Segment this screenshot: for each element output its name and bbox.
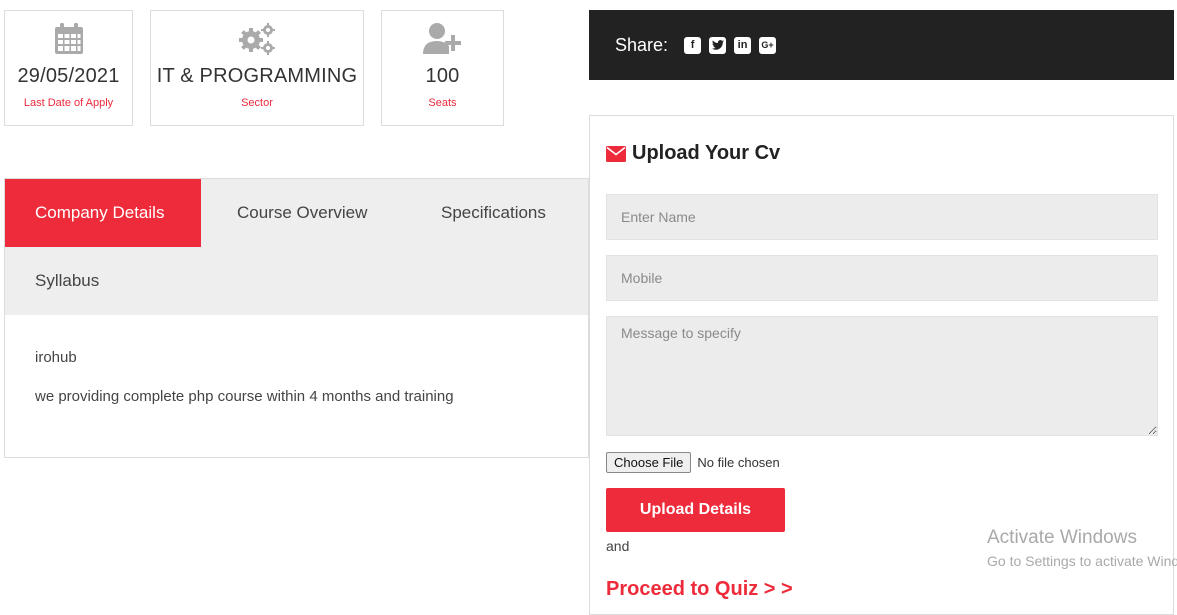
google-plus-icon[interactable]: G+ [759, 36, 777, 54]
details-tabs-panel: Company Details Course Overview Specific… [4, 178, 589, 458]
last-date-value: 29/05/2021 [17, 65, 120, 87]
proceed-to-quiz-link[interactable]: Proceed to Quiz > > [606, 578, 793, 601]
watermark-subtitle: Go to Settings to activate Windows. [987, 553, 1177, 569]
seats-card: 100 Seats [381, 10, 504, 126]
upload-title-text: Upload Your Cv [632, 142, 781, 164]
gears-icon [151, 21, 363, 57]
twitter-icon[interactable] [709, 36, 727, 54]
user-plus-icon [382, 21, 503, 57]
tab-content: irohub we providing complete php course … [35, 349, 454, 427]
sector-value: IT & PROGRAMMING [156, 65, 358, 87]
and-text: and [606, 538, 630, 554]
linkedin-icon[interactable]: in [734, 36, 752, 54]
mobile-input[interactable] [606, 255, 1158, 301]
upload-details-button[interactable]: Upload Details [606, 488, 785, 532]
facebook-icon[interactable]: f [684, 36, 702, 54]
tab-course-overview[interactable]: Course Overview [207, 179, 397, 247]
share-label: Share: [615, 34, 669, 55]
activate-windows-watermark: Activate Windows Go to Settings to activ… [987, 527, 1177, 569]
message-textarea[interactable] [606, 316, 1158, 436]
tab-syllabus[interactable]: Syllabus [5, 247, 129, 315]
seats-label: Seats [428, 97, 457, 109]
watermark-title: Activate Windows [987, 527, 1137, 548]
seats-value: 100 [425, 65, 460, 87]
tab-specifications[interactable]: Specifications [411, 179, 576, 247]
name-input[interactable] [606, 194, 1158, 240]
course-description: we providing complete php course within … [35, 388, 454, 405]
calendar-icon [5, 21, 132, 57]
tab-bar: Company Details Course Overview Specific… [5, 179, 588, 315]
sector-label: Sector [241, 97, 273, 109]
last-date-card: 29/05/2021 Last Date of Apply [4, 10, 133, 126]
share-bar: Share: f in G+ [589, 10, 1174, 80]
envelope-icon [606, 145, 626, 162]
file-status: No file chosen [697, 455, 780, 470]
choose-file-button[interactable]: Choose File [606, 452, 692, 473]
file-input: Choose File No file chosen [606, 452, 780, 473]
tab-company-details[interactable]: Company Details [5, 179, 201, 247]
last-date-label: Last Date of Apply [23, 97, 114, 109]
sector-card: IT & PROGRAMMING Sector [150, 10, 364, 126]
company-name: irohub [35, 349, 77, 366]
upload-title: Upload Your Cv [606, 142, 780, 165]
